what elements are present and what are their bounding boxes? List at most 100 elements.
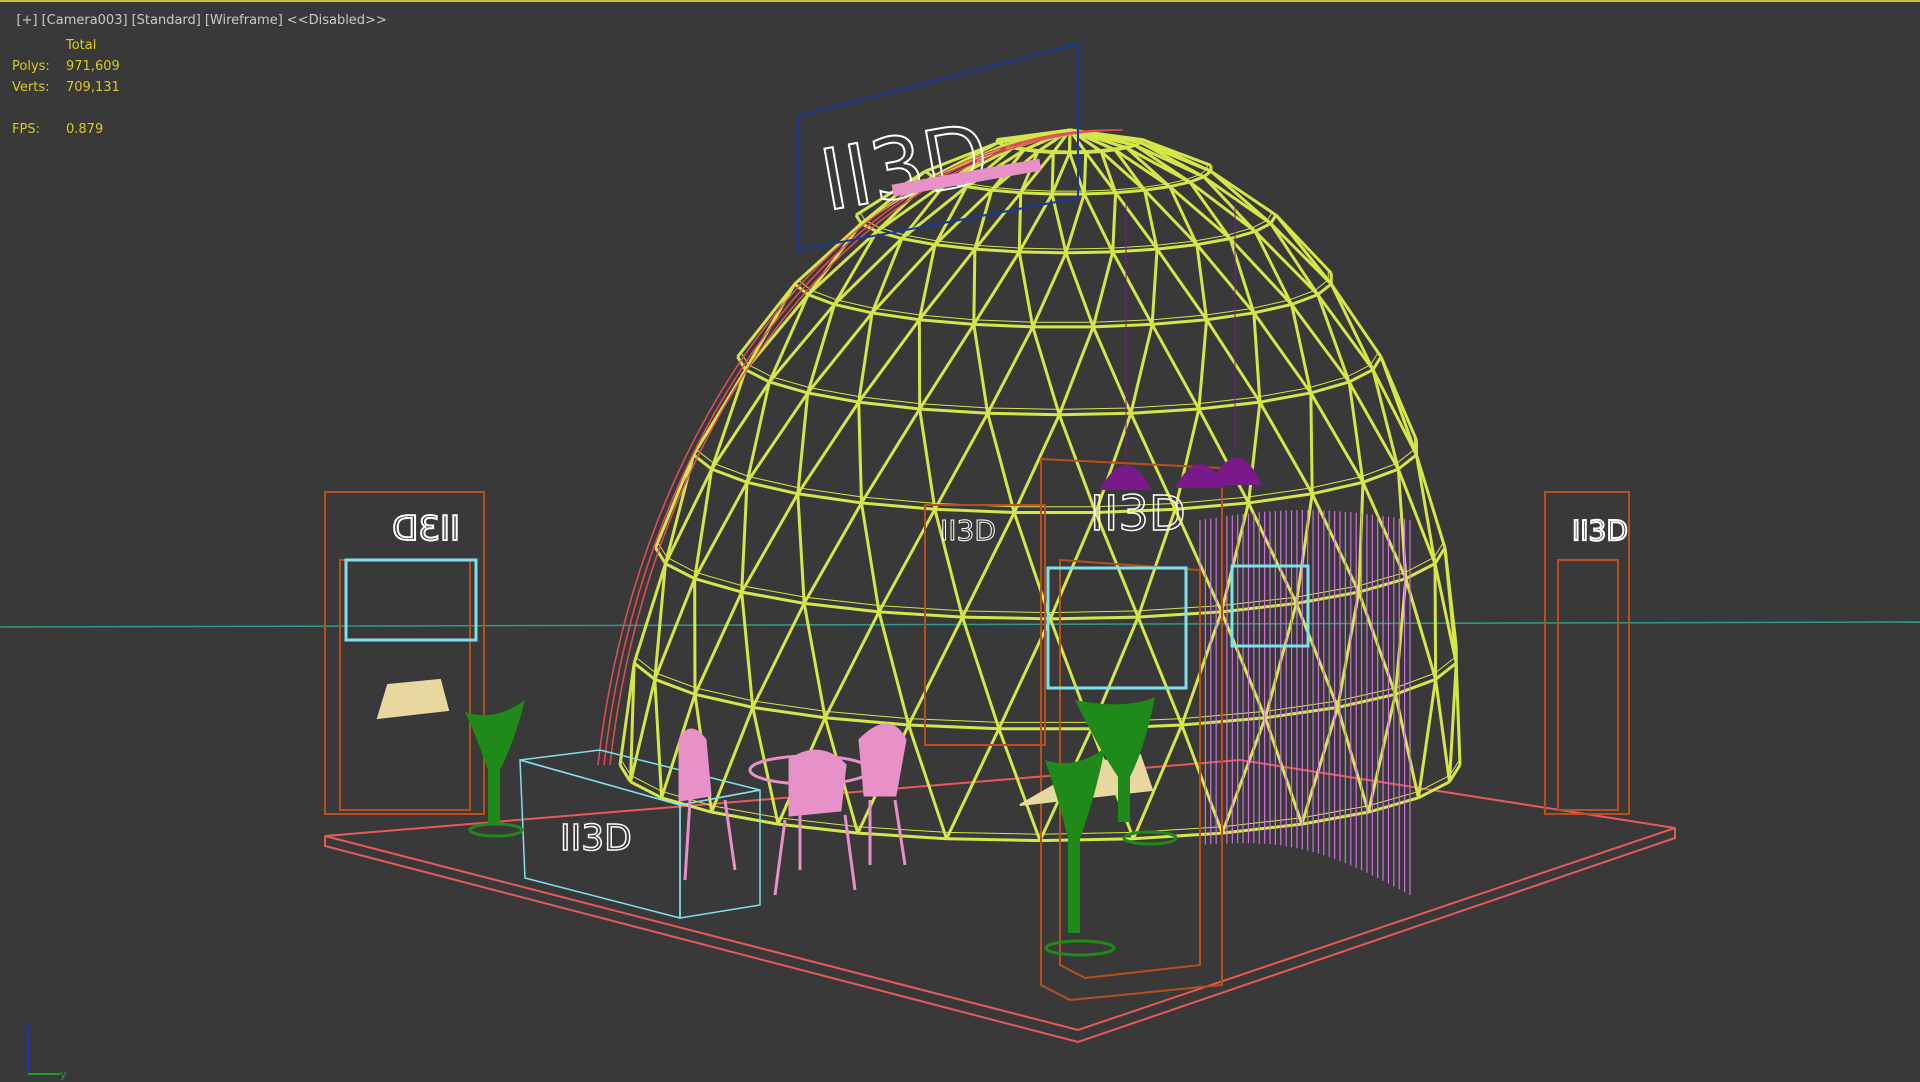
viewport-camera-menu[interactable]: [Camera003] — [42, 13, 128, 28]
svg-text:II3D: II3D — [560, 818, 632, 859]
dome-strut — [1260, 402, 1312, 494]
dome-strut — [1157, 245, 1197, 250]
dome-strut — [1358, 573, 1405, 586]
dome-strut — [1249, 503, 1297, 603]
dome-strut — [872, 239, 902, 313]
dome-strut — [861, 503, 934, 509]
viewport-general-menu[interactable]: [+] — [17, 13, 38, 28]
dome-strut — [834, 304, 872, 313]
dome-strut — [1093, 327, 1131, 413]
dome-strut — [1020, 248, 1066, 249]
dome-strut — [999, 619, 1050, 729]
dome-strut — [1436, 679, 1450, 781]
wireframe-scene[interactable]: II3D II3D II3D II3D II3D — [0, 0, 1920, 1080]
dome-strut — [909, 725, 999, 729]
dome-strut — [1311, 382, 1349, 393]
dome-strut — [804, 603, 825, 717]
dome-strut — [1199, 402, 1260, 409]
viewport-display-mode-menu[interactable]: [Wireframe] — [205, 13, 283, 28]
dome-strut — [1059, 413, 1131, 414]
dome-strut — [695, 694, 753, 707]
axis-z-label: z — [26, 1022, 32, 1035]
dome-strut — [1363, 469, 1398, 482]
dome-strut — [1398, 455, 1416, 469]
dome-strut — [1022, 190, 1052, 191]
dome-strut — [714, 464, 749, 477]
dome-strut — [1349, 370, 1373, 382]
dome-strut — [808, 295, 834, 305]
dome-strut — [1182, 612, 1222, 725]
dome-strut — [1131, 409, 1199, 413]
dome-strut — [620, 765, 631, 782]
dome-strut — [988, 413, 1015, 512]
dome-strut — [1070, 153, 1085, 194]
left-display-panel[interactable]: II3D — [325, 492, 484, 814]
dome-strut — [909, 719, 999, 723]
dome-strut — [1456, 663, 1460, 765]
dome-strut — [1338, 707, 1369, 812]
right-panel-logo: II3D — [1572, 514, 1628, 547]
dome-strut — [1113, 249, 1157, 252]
dome-strut — [1311, 393, 1312, 494]
dome-strut — [879, 612, 962, 617]
dome-strut — [975, 249, 1019, 252]
dome-strut — [634, 663, 655, 679]
dome-strut — [1331, 284, 1373, 370]
dome-strut — [1359, 482, 1363, 592]
dome-strut — [962, 617, 998, 729]
dome-strut — [1436, 663, 1457, 679]
statistics-overlay: Total Polys:971,609 Verts:709,131 FPS:0.… — [12, 38, 120, 143]
dome-strut — [825, 612, 879, 718]
dome-strut — [1312, 494, 1359, 592]
dome-strut — [747, 482, 798, 493]
polys-value: 971,609 — [66, 59, 120, 80]
viewport-shading-preset-menu[interactable]: [Standard] — [132, 13, 201, 28]
dome-strut — [1116, 190, 1145, 193]
viewport-disabled-label[interactable]: <<Disabled>> — [287, 13, 387, 28]
dome-strut — [921, 404, 988, 408]
dome-strut — [655, 679, 695, 694]
dome-strut — [1260, 393, 1311, 402]
dome-strut — [988, 413, 1060, 414]
dome-strut — [1302, 806, 1369, 818]
dome-strut — [1170, 187, 1197, 245]
dome-strut — [1207, 320, 1260, 402]
dome-strut — [712, 806, 779, 818]
dome-strut — [753, 707, 825, 717]
dome-strut — [1182, 718, 1265, 725]
dome-strut — [1397, 449, 1415, 463]
dome-strut — [1337, 688, 1395, 701]
dome-strut — [1066, 194, 1084, 253]
dome-strut — [861, 409, 919, 503]
viewport-label-menu[interactable]: [+] [Camera003] [Standard] [Wireframe] <<Dis… — [0, 0, 391, 43]
dome-strut — [1066, 253, 1093, 327]
dome-strut — [1131, 324, 1152, 413]
reception-desk[interactable]: II3D — [520, 750, 760, 918]
dome-strut — [1019, 193, 1020, 252]
dome-strut — [825, 718, 908, 725]
dome-strut — [879, 509, 935, 612]
dome-strut — [974, 249, 975, 324]
dome-strut — [742, 494, 798, 592]
dome-strut — [1052, 153, 1069, 194]
dome-strut — [1133, 833, 1222, 839]
dome-strut — [1019, 194, 1052, 252]
right-display-panel[interactable]: II3D — [1545, 492, 1629, 814]
dome-strut — [992, 190, 1021, 193]
top-logo-sign[interactable]: II3D — [798, 44, 1078, 250]
dome-strut — [712, 707, 753, 812]
dome-strut — [859, 402, 862, 503]
dome-strut — [859, 402, 920, 409]
pendant-lamps — [1100, 200, 1262, 490]
dome-strut — [1084, 193, 1115, 194]
dome-strut — [1249, 402, 1260, 503]
dome-strut — [749, 477, 799, 488]
geodesic-dome[interactable] — [598, 130, 1460, 841]
dome-strut — [1255, 231, 1291, 304]
fps-value: 0.879 — [66, 122, 103, 143]
dome-strut — [988, 327, 1033, 413]
viewport-3d[interactable]: II3D II3D II3D II3D II3D — [0, 0, 1920, 1080]
dome-strut — [977, 245, 1021, 248]
floor-platform[interactable] — [325, 760, 1675, 1042]
dome-strut — [935, 245, 975, 250]
